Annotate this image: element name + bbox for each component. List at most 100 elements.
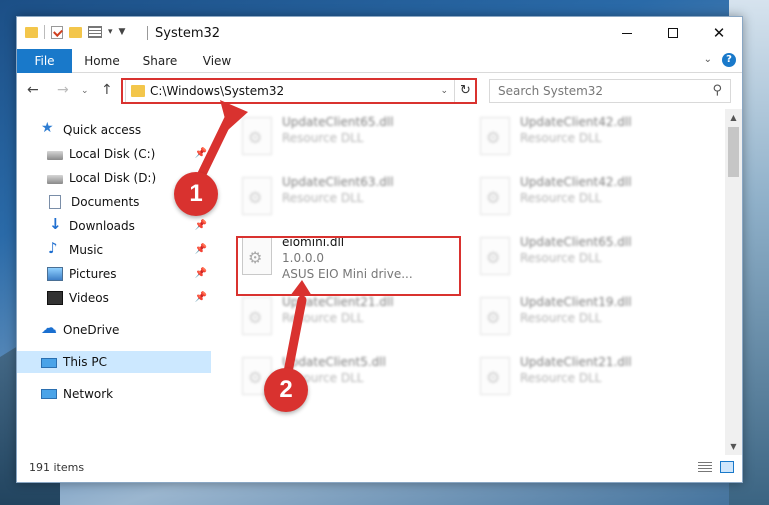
search-input[interactable]: Search System32 [498, 84, 603, 98]
toolbar-separator [44, 25, 45, 39]
new-folder-icon[interactable] [69, 26, 82, 38]
sidebar-item-label: Documents [71, 195, 140, 209]
file-tile[interactable]: UpdateClient21.dll Resource DLL [234, 291, 464, 343]
disk-icon [47, 151, 63, 160]
sidebar-item-label: Quick access [63, 123, 142, 137]
scroll-down-icon[interactable]: ▼ [725, 438, 742, 455]
dll-file-icon [480, 357, 510, 395]
sidebar-item-network[interactable]: Network [41, 383, 211, 405]
tab-file[interactable]: File [17, 49, 72, 73]
tab-share[interactable]: Share [135, 49, 185, 73]
tiles-view-icon[interactable] [720, 461, 734, 473]
back-arrow-icon[interactable]: ← [27, 82, 39, 98]
file-tile[interactable]: UpdateClient42.dll Resource DLL [472, 171, 702, 223]
properties-check-icon[interactable] [51, 25, 63, 39]
pin-icon[interactable]: 📌 [195, 244, 207, 255]
file-type: Resource DLL [520, 131, 602, 145]
sidebar-item-label: Downloads [69, 219, 135, 233]
minimize-button[interactable] [604, 17, 650, 49]
file-tile[interactable]: UpdateClient21.dll Resource DLL [472, 351, 702, 403]
sidebar-item-pictures[interactable]: Pictures 📌 [47, 263, 211, 285]
network-icon [41, 389, 57, 399]
sidebar-item-downloads[interactable]: Downloads 📌 [47, 215, 211, 237]
file-name: UpdateClient21.dll [520, 355, 632, 369]
file-type: Resource DLL [520, 311, 602, 325]
chevron-down-icon[interactable]: ▾ [108, 27, 113, 37]
window-title: System32 [155, 26, 221, 41]
sidebar-item-videos[interactable]: Videos 📌 [47, 287, 211, 309]
maximize-icon [668, 28, 678, 38]
file-name: UpdateClient65.dll [520, 235, 632, 249]
details-view-icon[interactable] [698, 462, 712, 472]
file-type: Resource DLL [282, 191, 364, 205]
file-name: UpdateClient42.dll [520, 115, 632, 129]
sidebar-item-label: OneDrive [63, 323, 120, 337]
disk-icon [47, 175, 63, 184]
file-tile[interactable]: UpdateClient65.dll Resource DLL [234, 111, 464, 163]
file-name: UpdateClient5.dll [282, 355, 386, 369]
file-tile[interactable]: UpdateClient65.dll Resource DLL [472, 231, 702, 283]
maximize-button[interactable] [650, 17, 696, 49]
pin-icon[interactable]: 📌 [195, 268, 207, 279]
file-tile[interactable]: UpdateClient63.dll Resource DLL [234, 171, 464, 223]
tab-view[interactable]: View [193, 49, 241, 73]
forward-arrow-icon[interactable]: → [57, 82, 69, 98]
dll-file-icon [480, 237, 510, 275]
pc-icon [41, 357, 57, 368]
step-badge-2: 2 [264, 368, 308, 412]
search-box[interactable]: Search System32 ⚲ [489, 79, 731, 103]
pin-icon[interactable]: 📌 [195, 220, 207, 231]
dll-file-icon [242, 297, 272, 335]
customize-toolbar-icon[interactable]: ▼ [119, 27, 126, 37]
file-name: UpdateClient65.dll [282, 115, 394, 129]
status-bar: 191 items [17, 454, 742, 482]
recent-locations-icon[interactable]: ⌄ [81, 86, 89, 96]
dll-file-icon [480, 297, 510, 335]
file-type: Resource DLL [520, 251, 602, 265]
file-name: UpdateClient42.dll [520, 175, 632, 189]
ribbon-tabs: File Home Share View ⌄ ? [17, 49, 742, 73]
scroll-thumb[interactable] [728, 127, 739, 177]
pictures-icon [47, 267, 63, 281]
sidebar-item-label: Local Disk (D:) [69, 171, 157, 185]
address-bar-highlight [121, 78, 477, 104]
folder-icon [25, 26, 38, 38]
expand-ribbon-icon[interactable]: ⌄ [704, 54, 712, 65]
sidebar-item-label: Music [69, 243, 104, 257]
file-name: UpdateClient63.dll [282, 175, 394, 189]
customize-icon[interactable] [88, 26, 102, 38]
dll-file-icon [480, 177, 510, 215]
quick-access-toolbar: ▾ ▼ [25, 25, 125, 39]
sidebar-item-quick-access[interactable]: Quick access [41, 119, 211, 141]
file-type: Resource DLL [282, 311, 364, 325]
search-icon: ⚲ [712, 83, 722, 98]
file-type: Resource DLL [282, 131, 364, 145]
sidebar-item-this-pc[interactable]: This PC [17, 351, 211, 373]
up-arrow-icon[interactable]: ↑ [101, 82, 113, 98]
dll-file-icon [242, 117, 272, 155]
navigation-pane: Quick access Local Disk (C:) 📌 Local Dis… [17, 109, 213, 449]
onedrive-icon [41, 318, 57, 337]
help-icon[interactable]: ? [722, 53, 736, 67]
tab-home[interactable]: Home [77, 49, 127, 73]
minimize-icon [622, 32, 632, 34]
sidebar-item-label: Network [63, 387, 114, 401]
sidebar-item-onedrive[interactable]: OneDrive [41, 318, 211, 341]
file-name: UpdateClient19.dll [520, 295, 632, 309]
pin-icon[interactable]: 📌 [195, 292, 207, 303]
dll-file-icon [480, 117, 510, 155]
dll-file-icon [242, 177, 272, 215]
file-tile[interactable]: UpdateClient42.dll Resource DLL [472, 111, 702, 163]
videos-icon [47, 291, 63, 305]
music-icon [47, 239, 63, 257]
title-bar: ▾ ▼ System32 ✕ [17, 17, 742, 49]
pin-icon[interactable]: 📌 [195, 148, 207, 159]
sidebar-item-local-disk-c[interactable]: Local Disk (C:) 📌 [47, 143, 211, 165]
sidebar-item-label: This PC [63, 355, 107, 369]
vertical-scrollbar[interactable]: ▲ ▼ [725, 109, 742, 455]
scroll-up-icon[interactable]: ▲ [725, 109, 742, 126]
file-tile[interactable]: UpdateClient19.dll Resource DLL [472, 291, 702, 343]
close-button[interactable]: ✕ [696, 17, 742, 49]
item-count: 191 items [29, 461, 85, 474]
sidebar-item-music[interactable]: Music 📌 [47, 239, 211, 261]
